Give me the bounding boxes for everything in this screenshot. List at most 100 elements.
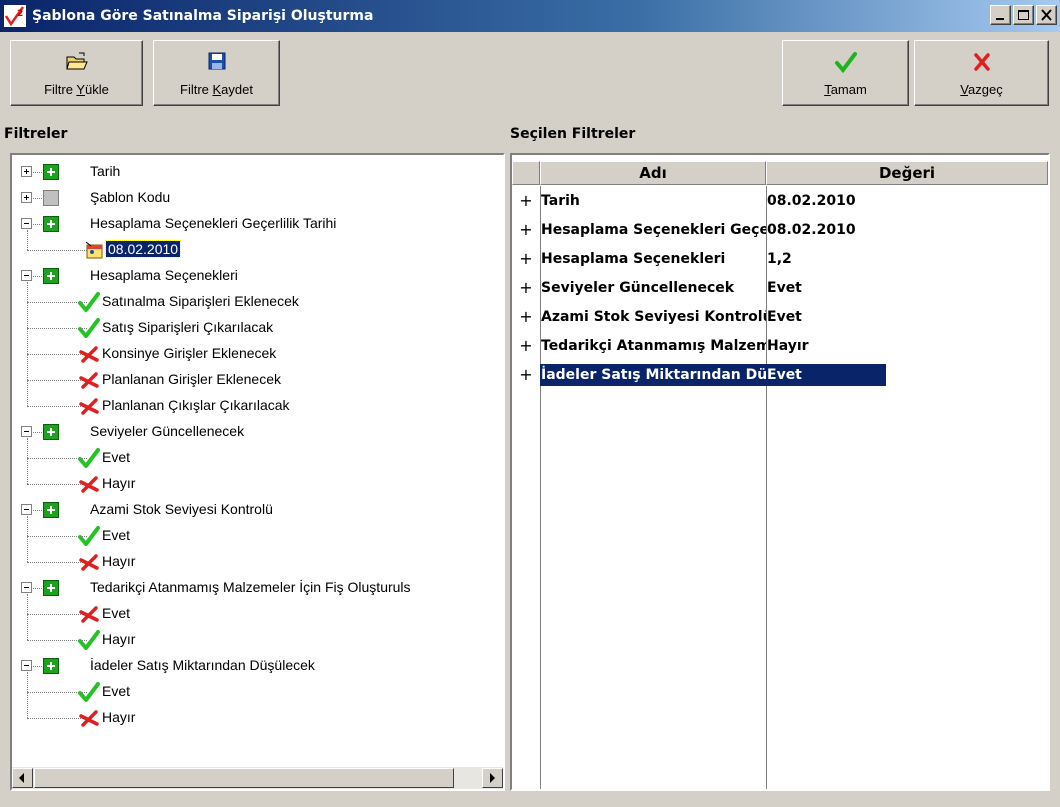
scroll-thumb[interactable] [34,768,454,788]
tree-horizontal-scrollbar[interactable] [12,767,503,789]
collapse-icon[interactable] [21,660,32,671]
row-expand-icon[interactable]: + [512,215,540,244]
maximize-button[interactable] [1013,5,1034,25]
minimize-button[interactable] [990,5,1011,25]
filter-value-cell[interactable]: 08.02.2010 [766,219,886,241]
checkbox-green-icon[interactable] [43,164,59,180]
filter-name-cell[interactable]: Seviyeler Güncellenecek [540,277,766,299]
table-row[interactable]: +İadeler Satış Miktarından DüşülecekEvet [512,360,1048,389]
checkbox-green-icon[interactable] [43,658,59,674]
title-bar[interactable]: 2 Şablona Göre Satınalma Siparişi Oluştu… [0,0,1060,32]
table-row[interactable]: +Tedarikçi Atanmamış Malzemeler İçin Fiş… [512,331,1048,360]
expand-icon[interactable] [21,166,32,177]
checkbox-green-icon[interactable] [43,268,59,284]
filter-value-cell[interactable]: 1,2 [766,248,886,270]
filter-value-cell[interactable]: 08.02.2010 [766,190,886,212]
tree-leaf[interactable]: Hayır [12,627,503,653]
filter-value-cell[interactable]: Evet [766,306,886,328]
scroll-left-button[interactable] [12,768,33,788]
filter-name-cell[interactable]: Tarih [540,190,766,212]
tree-leaf[interactable]: Evet [12,445,503,471]
row-expand-icon[interactable]: + [512,186,540,215]
tree-node-5[interactable]: Azami Stok Seviyesi Kontrolü [12,497,503,523]
cross-icon [78,708,99,728]
cross-icon [78,474,99,494]
close-button[interactable] [1036,5,1057,25]
row-expand-icon[interactable]: + [512,302,540,331]
tree-leaf-label: Hayır [102,475,136,491]
tree-node-6[interactable]: Tedarikçi Atanmamış Malzemeler İçin Fiş … [12,575,503,601]
tree-leaf[interactable]: Planlanan Çıkışlar Çıkarılacak [12,393,503,419]
tree-leaf[interactable]: Evet [12,523,503,549]
collapse-icon[interactable] [21,426,32,437]
table-row[interactable]: + Tarih 08.02.2010 [512,186,1048,215]
tree-leaf[interactable]: Satış Siparişleri Çıkarılacak [12,315,503,341]
save-filter-button[interactable]: Filtre Kaydet [153,40,280,106]
scroll-right-button[interactable] [482,768,503,788]
minimize-icon [996,18,1004,20]
checkbox-green-icon[interactable] [43,424,59,440]
filter-name-cell[interactable]: İadeler Satış Miktarından Düşülecek [540,364,766,386]
filter-value-cell[interactable]: Hayır [766,335,886,357]
tree-node-1[interactable]: Şablon Kodu [12,185,503,211]
load-filter-button[interactable]: Filtre Yükle [10,40,143,106]
name-column-header[interactable]: Adı [540,161,766,185]
row-expand-icon[interactable]: + [512,331,540,360]
table-row[interactable]: + Seviyeler Güncellenecek Evet [512,273,1048,302]
tree-leaf[interactable]: Hayır [12,705,503,731]
tree-leaf[interactable]: Satınalma Siparişleri Eklenecek [12,289,503,315]
cross-icon [973,53,990,71]
cancel-button[interactable]: Vazgeç [914,40,1049,106]
tree-node-0[interactable]: Tarih [12,159,503,185]
value-column-header[interactable]: Değeri [766,161,1048,185]
close-icon [1041,9,1052,21]
tree-node-7[interactable]: İadeler Satış Miktarından Düşülecek [12,653,503,679]
collapse-icon[interactable] [21,218,32,229]
tree-leaf[interactable]: Planlanan Girişler Eklenecek [12,367,503,393]
row-expand-icon[interactable]: + [512,244,540,273]
checkbox-gray-icon[interactable] [43,190,59,206]
filter-value-cell[interactable]: Evet [766,364,886,386]
toolbar: Filtre Yükle Filtre Kaydet Tamam Vazgeç [0,32,1060,114]
tree-leaf-label: Planlanan Girişler Eklenecek [102,371,281,387]
tree-node-2[interactable]: Hesaplama Seçenekleri Geçerlilik Tarihi [12,211,503,237]
tree-node-4[interactable]: Seviyeler Güncellenecek [12,419,503,445]
tree-leaf[interactable]: Evet [12,601,503,627]
check-icon [78,448,100,468]
row-expand-icon[interactable]: + [512,360,540,389]
table-row[interactable]: + Hesaplama Seçenekleri 1,2 [512,244,1048,273]
table-row[interactable]: +Hesaplama Seçenekleri Geçerlilik Tarihi… [512,215,1048,244]
tree-node-3[interactable]: Hesaplama Seçenekleri [12,263,503,289]
ok-button[interactable]: Tamam [782,40,909,106]
tree-leaf-label: Evet [102,527,131,543]
cross-icon [78,370,99,390]
filter-name-cell[interactable]: Tedarikçi Atanmamış Malzemeler İçin Fiş … [540,335,766,357]
filter-name-cell[interactable]: Hesaplama Seçenekleri [540,248,766,270]
filter-name-cell[interactable]: Azami Stok Seviyesi Kontrolü [540,306,766,328]
selected-filters-header: Seçilen Filtreler [510,126,636,142]
tree-leaf[interactable]: Konsinye Girişler Eklenecek [12,341,503,367]
checkbox-green-icon[interactable] [43,216,59,232]
tree-leaf[interactable]: Hayır [12,471,503,497]
tree-node-label: Azami Stok Seviyesi Kontrolü [90,501,273,517]
tree-leaf-label: Konsinye Girişler Eklenecek [102,345,277,361]
check-icon [78,318,100,338]
row-expand-icon[interactable]: + [512,273,540,302]
collapse-icon[interactable] [21,582,32,593]
expand-icon[interactable] [21,192,32,203]
tree-leaf[interactable]: Hayır [12,549,503,575]
filter-value-cell[interactable]: Evet [766,277,886,299]
cross-icon [78,604,99,624]
filter-name-cell[interactable]: Hesaplama Seçenekleri Geçerlilik Tarihi [540,219,766,241]
tree-leaf[interactable]: 08.02.2010 [12,237,503,263]
tree-leaf[interactable]: Evet [12,679,503,705]
selected-filters-grid[interactable]: Adı Değeri + Tarih 08.02.2010 + Hesaplama Se… [510,153,1050,791]
checkbox-green-icon[interactable] [43,502,59,518]
app-logo-icon: 2 [4,5,26,27]
collapse-icon[interactable] [21,270,32,281]
maximize-icon [1018,10,1029,20]
checkbox-green-icon[interactable] [43,580,59,596]
table-row[interactable]: + Azami Stok Seviyesi Kontrolü Evet [512,302,1048,331]
collapse-icon[interactable] [21,504,32,515]
filter-tree[interactable]: Tarih Şablon Kodu Hesaplama Seçenekleri Ge… [10,153,505,791]
